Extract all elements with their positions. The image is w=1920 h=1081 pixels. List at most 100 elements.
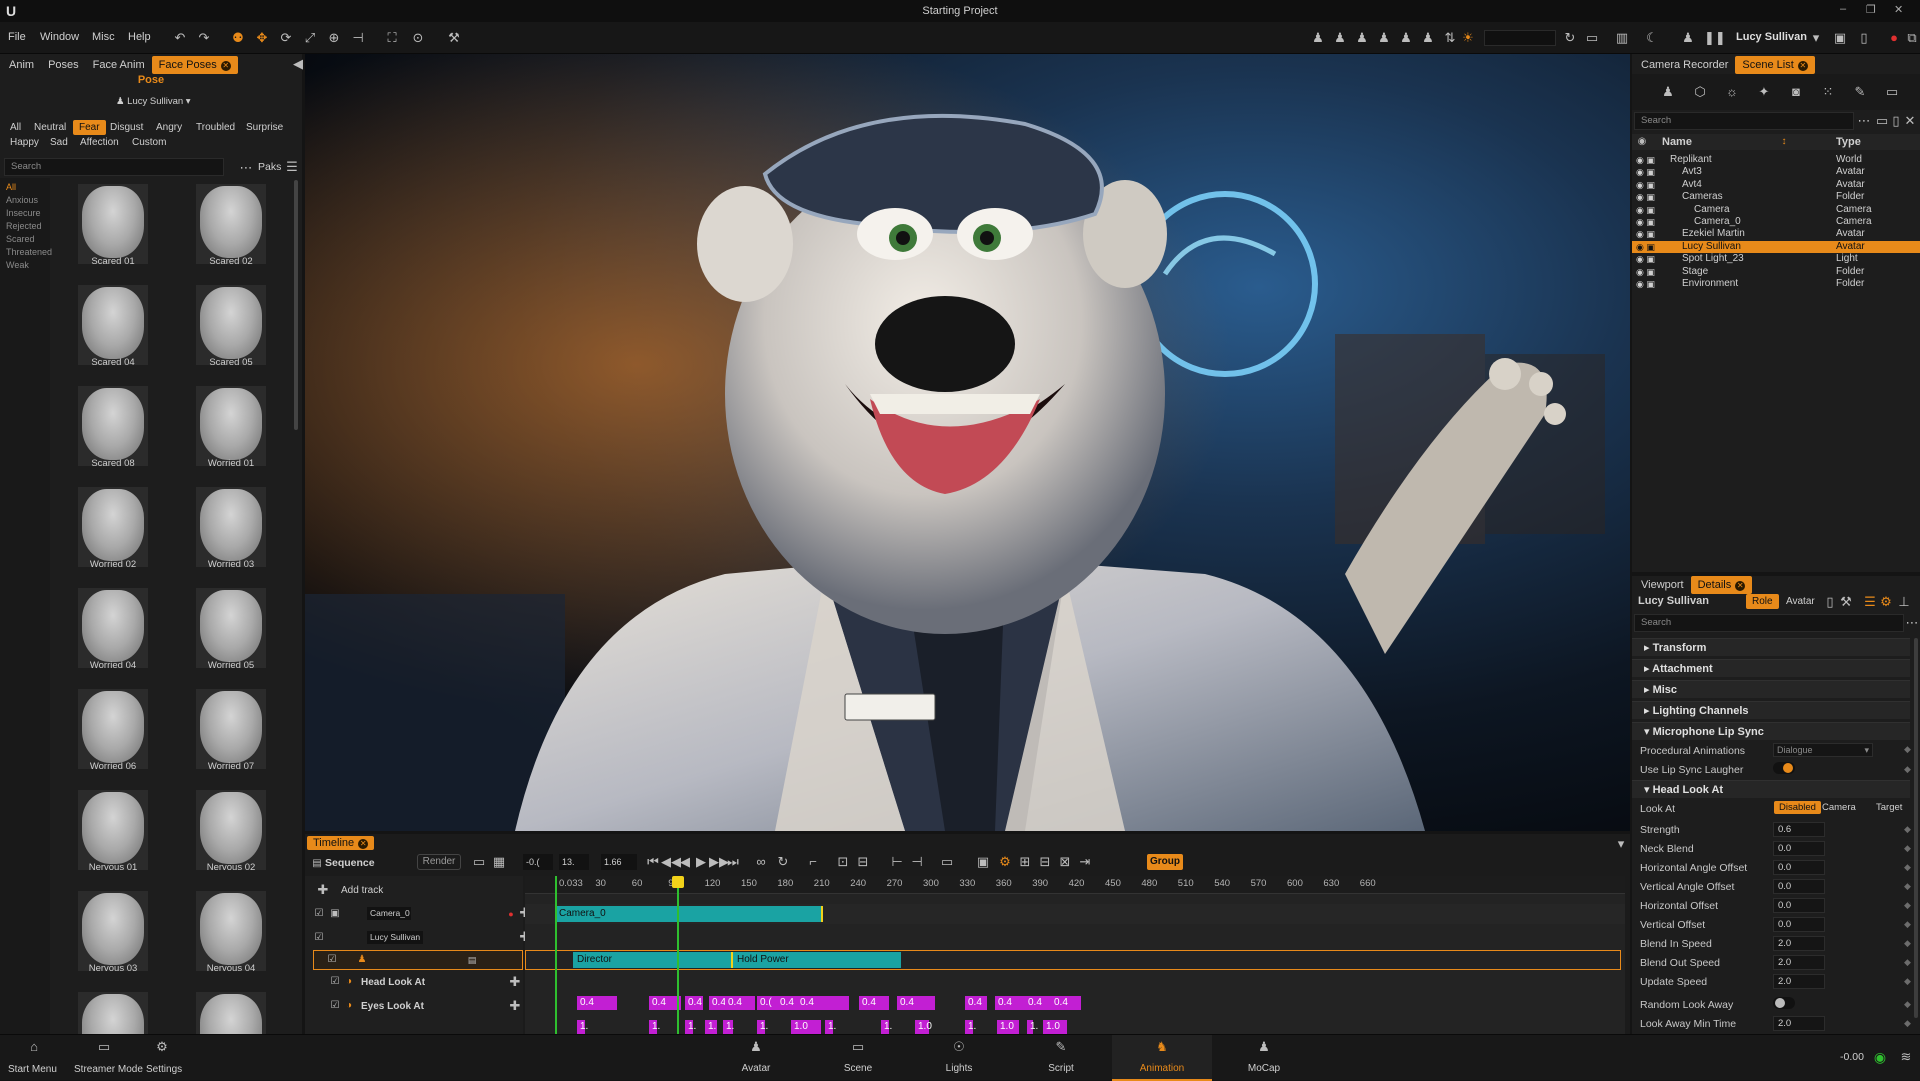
undo-icon[interactable]: ↶ xyxy=(172,30,188,46)
look-at-target[interactable]: Target xyxy=(1876,802,1902,813)
nav-avatar[interactable]: ♟ Avatar xyxy=(716,1035,796,1081)
eyes-look-key[interactable]: 1.0 xyxy=(791,1020,821,1034)
subtrack-checkbox[interactable]: ☑ xyxy=(324,952,340,968)
head-look-key[interactable]: 0.4 xyxy=(995,996,1025,1010)
tab-face-poses[interactable]: Face Poses ✕ xyxy=(151,56,238,74)
minimize-icon[interactable]: – xyxy=(1840,3,1846,15)
scene-row[interactable]: ◉ ▣ Camera Camera xyxy=(1632,204,1920,216)
visibility-icon[interactable]: ◉ ▣ xyxy=(1636,266,1655,278)
eyes-look-key[interactable]: 1. xyxy=(881,1020,892,1034)
proc-anim-dropdown[interactable]: Dialogue ▾ xyxy=(1773,743,1873,757)
scene-row[interactable]: ◉ ▣ Environment Folder xyxy=(1632,278,1920,290)
scene-row[interactable]: ◉ ▣ Cameras Folder xyxy=(1632,191,1920,203)
menu-file[interactable]: File xyxy=(8,31,26,43)
eyes-look-key[interactable]: 1. xyxy=(757,1020,768,1034)
look-away-min-key-icon[interactable]: ◆ xyxy=(1904,1018,1911,1029)
head-look-key[interactable]: 0.4 xyxy=(897,996,935,1010)
pose-thumbnail[interactable] xyxy=(196,386,266,466)
avatar-icon-4[interactable]: ♟ xyxy=(1376,30,1392,46)
user-name[interactable]: Lucy Sullivan xyxy=(1736,31,1807,43)
pose-thumbnail[interactable] xyxy=(196,487,266,567)
loop-icon[interactable]: ∞ xyxy=(753,854,769,870)
keyframe-diamond-icon[interactable]: ◆ xyxy=(1904,957,1911,968)
head-look-key[interactable]: 0.4 xyxy=(725,996,755,1010)
visibility-icon[interactable]: ◉ ▣ xyxy=(1636,204,1655,216)
scene-row[interactable]: ◉ ▣ Ezekiel Martin Avatar xyxy=(1632,228,1920,240)
pose-thumbnail[interactable] xyxy=(196,689,266,769)
tab-viewport[interactable]: Viewport xyxy=(1634,576,1691,594)
head-look-key[interactable]: 0.4 xyxy=(685,996,703,1010)
snap-icon[interactable]: ⊣ xyxy=(350,30,366,46)
3d-viewport[interactable] xyxy=(305,54,1630,831)
preset-dropdown[interactable] xyxy=(1484,30,1556,46)
prop-value-field[interactable]: 0.0 xyxy=(1773,841,1825,856)
visibility-icon[interactable]: ◉ ▣ xyxy=(1636,228,1655,240)
head-look-key[interactable]: 0.4 xyxy=(1051,996,1081,1010)
user-chevron-icon[interactable]: ▾ xyxy=(1808,30,1824,46)
nav-mocap[interactable]: ♟ MoCap xyxy=(1224,1035,1304,1081)
screenshot-icon[interactable]: ▣ xyxy=(1832,30,1848,46)
external-icon[interactable]: ⧉ xyxy=(1904,30,1920,46)
pose-thumbnail[interactable] xyxy=(78,689,148,769)
step-back-icon[interactable]: ◀◀ xyxy=(661,854,681,870)
avatar-track-checkbox[interactable]: ☑ xyxy=(311,930,327,946)
col-type[interactable]: Type xyxy=(1836,136,1861,148)
head-look-add-icon[interactable]: ✚ xyxy=(507,974,523,990)
eyes-look-label[interactable]: Eyes Look At xyxy=(361,1001,424,1012)
record-settings-icon[interactable]: ▭ xyxy=(1584,30,1600,46)
subtrack-tools-icon[interactable]: ▤ xyxy=(464,952,480,968)
avatar-selector[interactable]: ♟ Lucy Sullivan ▾ xyxy=(116,96,196,110)
sequence-label[interactable]: Sequence xyxy=(325,857,375,869)
scene-tools-icon[interactable]: ✕ xyxy=(1902,113,1918,129)
time-field-2[interactable]: 13. xyxy=(559,854,589,870)
settings-label[interactable]: Settings xyxy=(146,1064,182,1075)
tab-camera-recorder[interactable]: Camera Recorder xyxy=(1634,56,1735,74)
scene-search-input[interactable]: Search xyxy=(1634,112,1854,130)
keyframe-diamond-icon[interactable]: ◆ xyxy=(1904,824,1911,835)
look-at-disabled[interactable]: Disabled xyxy=(1774,801,1821,814)
category-all[interactable]: All xyxy=(6,182,16,192)
timeline-tool-2-icon[interactable]: ▦ xyxy=(491,854,507,870)
time-field-3[interactable]: 1.66 xyxy=(601,854,637,870)
category-scared[interactable]: Scared xyxy=(6,234,35,244)
render-button[interactable]: Render xyxy=(417,854,461,870)
add-camera-icon[interactable]: ◙ xyxy=(1788,84,1804,100)
section-mic-lip-sync[interactable]: ▾ Microphone Lip Sync xyxy=(1632,722,1910,740)
category-weak[interactable]: Weak xyxy=(6,260,29,270)
close-tab-icon[interactable]: ✕ xyxy=(220,61,231,71)
head-look-key[interactable]: 0.4 xyxy=(797,996,849,1010)
details-tool-2-icon[interactable]: ⚒ xyxy=(1838,594,1854,610)
head-look-key[interactable]: 0.4 xyxy=(965,996,987,1010)
scene-row[interactable]: ◉ ▣ Camera_0 Camera xyxy=(1632,216,1920,228)
visibility-icon[interactable]: ◉ ▣ xyxy=(1636,191,1655,203)
add-track-icon[interactable]: ✚ xyxy=(315,882,331,898)
focus-icon[interactable]: ⊙ xyxy=(410,30,426,46)
pose-thumbnail[interactable] xyxy=(78,891,148,971)
play-reverse-icon[interactable]: ◀ xyxy=(677,854,693,870)
filter-disgust[interactable]: Disgust xyxy=(104,120,149,135)
wifi-icon[interactable]: ≋ xyxy=(1898,1049,1914,1065)
add-effect-icon[interactable]: ✦ xyxy=(1756,84,1772,100)
start-menu-label[interactable]: Start Menu xyxy=(8,1064,57,1075)
eyes-look-key[interactable]: 1. xyxy=(825,1020,836,1034)
camera-track-name[interactable]: Camera_0 xyxy=(367,907,411,920)
tab-anim[interactable]: Anim xyxy=(2,56,41,74)
avatar-icon-3[interactable]: ♟ xyxy=(1354,30,1370,46)
add-avatar-icon[interactable]: ♟ xyxy=(1660,84,1676,100)
visibility-icon[interactable]: ◉ ▣ xyxy=(1636,278,1655,290)
merge-icon[interactable]: ⊣ xyxy=(909,854,925,870)
scene-row[interactable]: ◉ ▣ Avt3 Avatar xyxy=(1632,166,1920,178)
scene-row[interactable]: ◉ ▣ Lucy Sullivan Avatar xyxy=(1632,240,1920,253)
camera-clip[interactable]: Camera_0 xyxy=(555,906,823,922)
keyframe-tool-2-icon[interactable]: ⊟ xyxy=(1037,854,1053,870)
eyes-look-key[interactable]: 1.0 xyxy=(1043,1020,1067,1034)
prop-value-field[interactable]: 2.0 xyxy=(1773,974,1825,989)
tab-scene-list[interactable]: Scene List ✕ xyxy=(1735,56,1815,74)
wrench-icon[interactable]: ⚒ xyxy=(446,30,462,46)
tab-face-anim[interactable]: Face Anim xyxy=(86,56,152,74)
filter-happy[interactable]: Happy xyxy=(4,135,45,150)
avatar-subtrack-header[interactable]: ☑ ♟ ▤ xyxy=(313,950,523,970)
keyframe-tool-3-icon[interactable]: ⊠ xyxy=(1057,854,1073,870)
timeline-collapse-icon[interactable]: ▾ xyxy=(1613,836,1629,852)
visibility-icon[interactable]: ◉ ▣ xyxy=(1636,241,1655,253)
